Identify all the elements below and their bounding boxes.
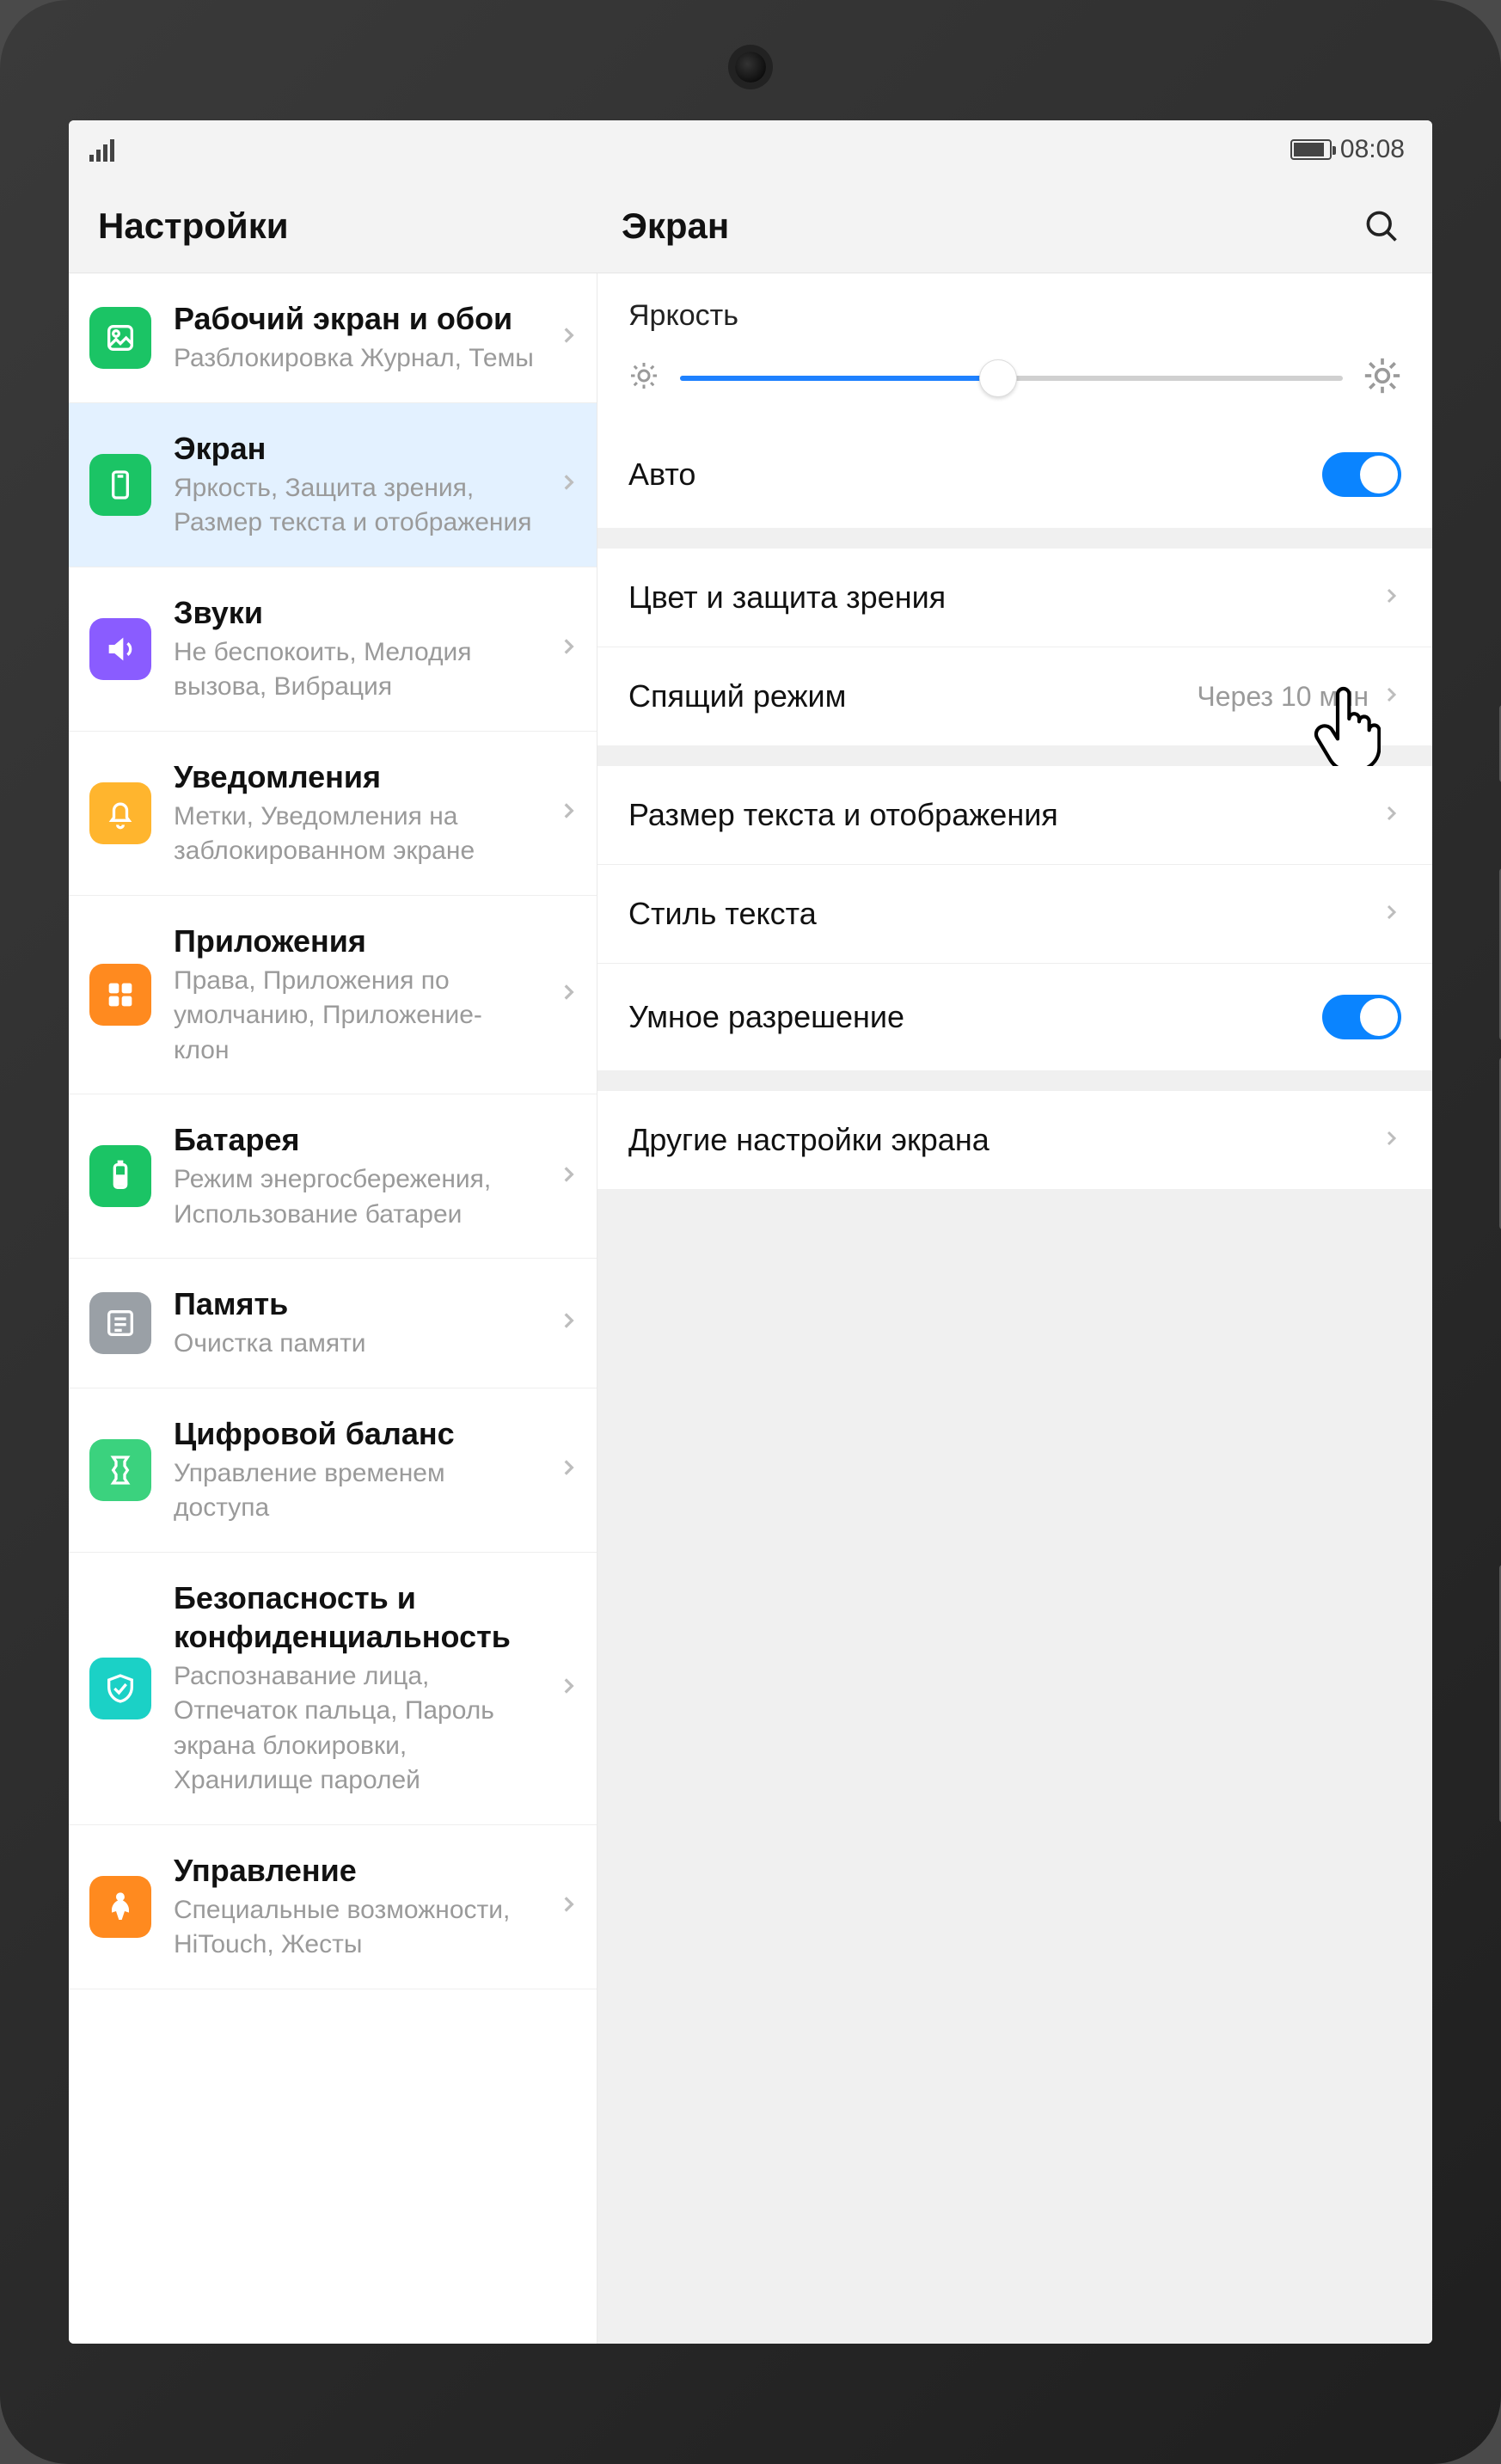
display-icon [89, 454, 151, 516]
brightness-section: Яркость [597, 273, 1432, 421]
sidebar-item-title: Звуки [174, 593, 535, 632]
page-title: Экран [622, 205, 729, 247]
chevron-right-icon [1381, 684, 1401, 709]
sidebar-item-sub: Управление временем доступа [174, 1456, 535, 1526]
sidebar-item-security[interactable]: Безопасность и конфиденциаль­ностьРаспоз… [69, 1553, 597, 1825]
sidebar-item-sub: Специальные возможности, HiTouch, Жесты [174, 1893, 535, 1963]
status-bar: 08:08 [69, 120, 1432, 179]
header: Настройки Экран [69, 179, 1432, 273]
sidebar-item-apps[interactable]: Приложения Права, Приложения по умолчанию… [69, 896, 597, 1095]
chevron-right-icon [1381, 1128, 1401, 1153]
sidebar-item-sub: Распознавание лица, Отпечаток пальца, Па… [174, 1659, 535, 1799]
main-panel: Яркость [597, 273, 1432, 2344]
chevron-right-icon [1381, 902, 1401, 927]
chevron-right-icon [557, 1675, 579, 1701]
signal-icon [89, 138, 114, 162]
chevron-right-icon [557, 1893, 579, 1920]
chevron-right-icon [557, 981, 579, 1008]
sidebar-item-sub: Метки, Уведомления на заблокированном эк… [174, 800, 535, 869]
chevron-right-icon [1381, 585, 1401, 610]
sidebar-item-sub: Не беспокоить, Мелодия вызова, Вибрация [174, 635, 535, 705]
sounds-icon [89, 618, 151, 680]
chevron-right-icon [557, 1456, 579, 1483]
sidebar-item-sub: Яркость, Защита зрения, Размер текста и … [174, 471, 535, 541]
accessibility-icon [89, 1876, 151, 1938]
sidebar-item-title: Приложения [174, 922, 535, 960]
sidebar-item-title: Управление [174, 1851, 535, 1890]
brightness-high-icon [1363, 357, 1401, 399]
sidebar-item-accessibility[interactable]: УправлениеСпециальные возможности, HiTou… [69, 1825, 597, 1989]
sidebar-item-sub: Разблокировка Журнал, Темы [174, 341, 535, 377]
sidebar-item-title: Батарея [174, 1120, 535, 1159]
security-icon [89, 1658, 151, 1719]
row-text-display-size[interactable]: Размер текста и отображения [597, 766, 1432, 864]
brightness-label: Яркость [628, 299, 1401, 333]
sidebar-item-sub: Режим энергосбере­жения, Использование б… [174, 1162, 535, 1232]
row-text-style[interactable]: Стиль текста [597, 864, 1432, 963]
sidebar-item-title: Уведомления [174, 757, 535, 796]
balance-icon [89, 1439, 151, 1501]
row-smart-resolution[interactable]: Умное разрешение [597, 963, 1432, 1070]
sidebar-item-balance[interactable]: Цифровой балансУправление временем досту… [69, 1388, 597, 1553]
chevron-right-icon [557, 471, 579, 498]
notif-icon [89, 782, 151, 844]
auto-toggle[interactable] [1322, 452, 1401, 497]
search-button[interactable] [1360, 205, 1403, 248]
row-sleep[interactable]: Спящий режим Через 10 мин [597, 647, 1432, 745]
screen: 08:08 Настройки Экран Рабочий экран и об… [69, 120, 1432, 2344]
chevron-right-icon [557, 324, 579, 351]
sidebar-item-sub: Права, Приложения по умолчанию, Приложен… [174, 964, 535, 1069]
sidebar-item-title: Безопасность и конфиденциаль­ность [174, 1578, 535, 1656]
chevron-right-icon [557, 1163, 579, 1190]
row-auto-brightness[interactable]: Авто [597, 421, 1432, 528]
row-color-eyecare[interactable]: Цвет и защита зрения [597, 549, 1432, 647]
sidebar-item-home[interactable]: Рабочий экран и обоиРазблокировка Журнал… [69, 273, 597, 403]
sidebar-item-battery[interactable]: БатареяРежим энергосбере­жения, Использо… [69, 1094, 597, 1259]
sidebar-item-title: Цифровой баланс [174, 1414, 535, 1453]
brightness-slider[interactable] [680, 376, 1343, 381]
sidebar-item-notif[interactable]: Уведомления Метки, Уведомления на заблоки… [69, 732, 597, 896]
sidebar-item-sounds[interactable]: ЗвукиНе беспокоить, Мелодия вызова, Вибр… [69, 567, 597, 732]
slider-thumb[interactable] [979, 359, 1017, 397]
auto-label: Авто [628, 457, 695, 493]
device-camera [735, 52, 766, 83]
chevron-right-icon [557, 635, 579, 662]
home-icon [89, 307, 151, 369]
tablet-frame: 08:08 Настройки Экран Рабочий экран и об… [0, 0, 1501, 2464]
chevron-right-icon [1381, 803, 1401, 828]
sidebar-item-display[interactable]: ЭкранЯркость, Защита зрения, Размер текс… [69, 403, 597, 567]
sidebar-item-memory[interactable]: Память Очистка памяти [69, 1259, 597, 1388]
search-icon [1363, 207, 1400, 245]
memory-icon [89, 1292, 151, 1354]
sidebar-title: Настройки [69, 179, 597, 273]
apps-icon [89, 964, 151, 1026]
brightness-low-icon [628, 360, 659, 395]
status-time: 08:08 [1340, 135, 1405, 164]
row-other-display[interactable]: Другие настройки экрана [597, 1091, 1432, 1189]
battery-icon [1290, 139, 1332, 160]
chevron-right-icon [557, 1309, 579, 1336]
sleep-value: Через 10 мин [1197, 681, 1369, 713]
sidebar-item-title: Рабочий экран и обои [174, 299, 535, 338]
sidebar-item-title: Память [174, 1284, 535, 1323]
sidebar: Рабочий экран и обоиРазблокировка Журнал… [69, 273, 597, 2344]
battery-icon [89, 1145, 151, 1207]
chevron-right-icon [557, 800, 579, 826]
smart-resolution-toggle[interactable] [1322, 995, 1401, 1039]
sidebar-item-sub: Очистка памяти [174, 1327, 535, 1362]
sidebar-item-title: Экран [174, 429, 535, 468]
